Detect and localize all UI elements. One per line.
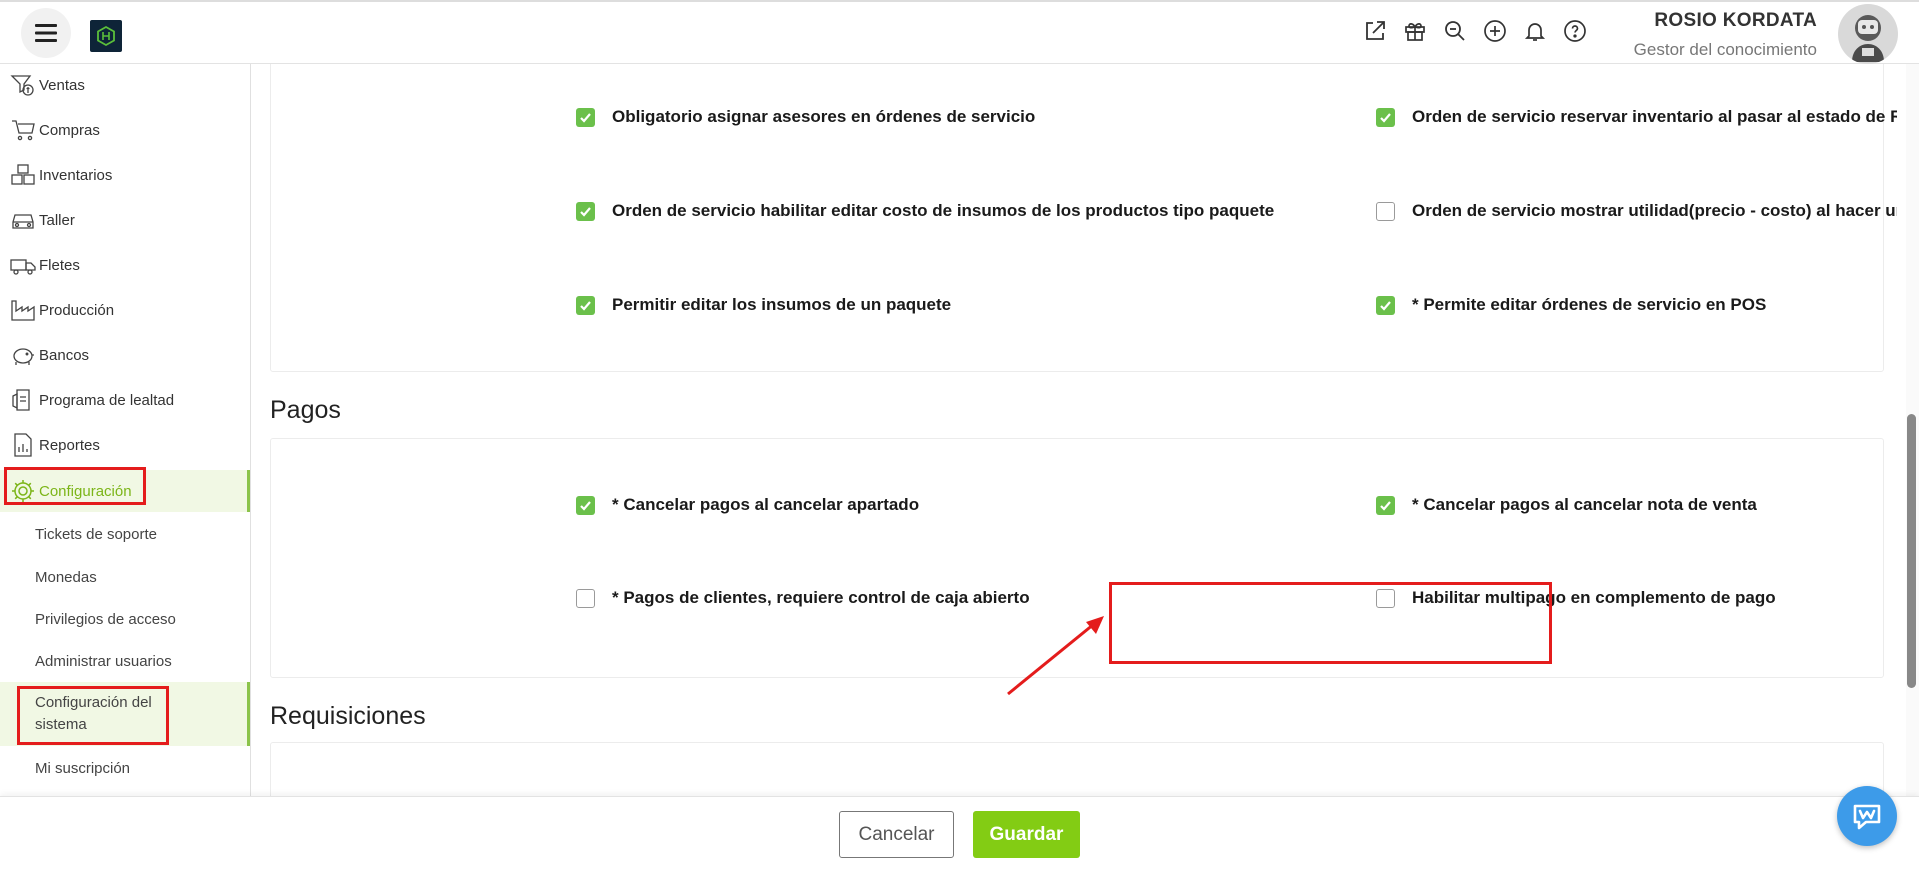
sidebar-item-reportes[interactable]: Reportes: [0, 425, 250, 465]
truck-icon: [9, 251, 37, 279]
option-obligatorio-asignar-asesores[interactable]: Obligatorio asignar asesores en órdenes …: [576, 107, 1035, 127]
option-mostrar-utilidad[interactable]: Orden de servicio mostrar utilidad(preci…: [1376, 201, 1897, 221]
sidebar-subitem-mi-suscripcion[interactable]: Mi suscripción: [0, 747, 250, 789]
sidebar: Ventas Compras Inventarios Taller Fletes…: [0, 64, 251, 796]
main-content: Obligatorio asignar asesores en órdenes …: [252, 64, 1897, 796]
app-logo[interactable]: [90, 20, 122, 52]
sidebar-item-label: Compras: [39, 121, 100, 139]
sidebar-subitem-label: Administrar usuarios: [35, 652, 172, 670]
section-title-pagos: Pagos: [270, 396, 341, 424]
sidebar-subitem-label: Tickets de soporte: [35, 525, 157, 543]
sidebar-subitem-configuracion-del-sistema[interactable]: Configuración del sistema: [0, 682, 250, 746]
option-habilitar-multipago[interactable]: Habilitar multipago en complemento de pa…: [1376, 588, 1776, 608]
checkbox-checked[interactable]: [576, 495, 595, 515]
sidebar-item-taller[interactable]: Taller: [0, 200, 250, 240]
sidebar-item-bancos[interactable]: Bancos: [0, 335, 250, 375]
loyalty-icon: [9, 386, 37, 414]
annotation-arrow-icon: [1007, 616, 1104, 696]
sidebar-item-label: Taller: [39, 211, 75, 229]
checkbox-checked[interactable]: [1376, 495, 1395, 515]
gift-icon[interactable]: [1402, 18, 1428, 44]
save-button[interactable]: Guardar: [973, 811, 1080, 858]
sidebar-item-label: Inventarios: [39, 166, 113, 184]
sidebar-item-produccion[interactable]: Producción: [0, 290, 250, 330]
sidebar-subitem-label: Privilegios de acceso: [35, 610, 176, 628]
option-label: Orden de servicio mostrar utilidad(preci…: [1412, 201, 1897, 220]
checkbox-checked[interactable]: [576, 295, 595, 315]
sidebar-item-label: Producción: [39, 301, 115, 319]
option-editar-insumos-paquete[interactable]: Permitir editar los insumos de un paquet…: [576, 295, 951, 315]
user-role: Gestor del conocimiento: [1633, 40, 1817, 59]
option-label: Habilitar multipago en complemento de pa…: [1412, 588, 1776, 607]
sidebar-item-inventarios[interactable]: Inventarios: [0, 155, 250, 195]
section-title-requisiciones: Requisiciones: [270, 702, 426, 730]
option-label: Orden de servicio habilitar editar costo…: [612, 201, 1275, 220]
factory-icon: [9, 296, 37, 324]
service-options-card: Obligatorio asignar asesores en órdenes …: [270, 64, 1897, 372]
chat-bubble-icon: [1853, 804, 1881, 830]
cart-icon: [9, 116, 37, 144]
car-icon: [9, 206, 37, 234]
bell-icon[interactable]: [1522, 18, 1548, 44]
sidebar-item-label: Reportes: [39, 436, 100, 454]
avatar[interactable]: [1838, 4, 1898, 64]
sidebar-subitem-label: Mi suscripción: [35, 759, 131, 777]
footer-action-bar: Cancelar Guardar: [0, 796, 1919, 870]
sidebar-subitem-administrar-usuarios[interactable]: Administrar usuarios: [0, 640, 250, 682]
piggy-bank-icon: [9, 341, 37, 369]
search-zoom-icon[interactable]: [1442, 18, 1468, 44]
requisitions-options-card: [270, 742, 1884, 796]
sidebar-item-fletes[interactable]: Fletes: [0, 245, 250, 285]
sidebar-subitem-tickets-de-soporte[interactable]: Tickets de soporte: [0, 513, 250, 555]
checkbox-unchecked[interactable]: [1376, 588, 1395, 608]
external-link-icon[interactable]: [1362, 18, 1388, 44]
help-icon[interactable]: [1562, 18, 1588, 44]
checkbox-checked[interactable]: [1376, 295, 1395, 315]
user-name: ROSIO KORDATA: [1654, 10, 1817, 31]
checkbox-unchecked[interactable]: [576, 588, 595, 608]
cancel-button[interactable]: Cancelar: [839, 811, 954, 858]
sidebar-subitem-monedas[interactable]: Monedas: [0, 556, 250, 598]
checkbox-checked[interactable]: [1376, 107, 1395, 127]
option-cancelar-pagos-apartado[interactable]: * Cancelar pagos al cancelar apartado: [576, 495, 919, 515]
option-editar-ordenes-pos[interactable]: * Permite editar órdenes de servicio en …: [1376, 295, 1766, 315]
option-label: * Cancelar pagos al cancelar nota de ven…: [1412, 495, 1757, 514]
hamburger-icon: [35, 24, 57, 42]
sidebar-item-programa-de-lealtad[interactable]: Programa de lealtad: [0, 380, 250, 420]
sidebar-item-label: Bancos: [39, 346, 90, 364]
option-label: * Cancelar pagos al cancelar apartado: [612, 495, 920, 514]
option-label: Permitir editar los insumos de un paquet…: [612, 295, 952, 314]
sales-icon: [9, 71, 37, 99]
option-label: * Permite editar órdenes de servicio en …: [1412, 295, 1767, 314]
sidebar-item-label: Configuración: [39, 482, 132, 500]
gear-icon: [9, 477, 37, 505]
top-header: ROSIO KORDATA Gestor del conocimiento: [0, 0, 1919, 64]
sidebar-subitem-label: Configuración del sistema: [35, 694, 152, 733]
report-icon: [9, 431, 37, 459]
chat-support-button[interactable]: [1837, 786, 1897, 846]
sidebar-subitem-privilegios-de-acceso[interactable]: Privilegios de acceso: [0, 598, 250, 640]
hamburger-menu-button[interactable]: [21, 8, 71, 58]
checkbox-checked[interactable]: [576, 201, 595, 221]
checkbox-checked[interactable]: [576, 107, 595, 127]
sidebar-item-label: Ventas: [39, 76, 85, 94]
boxes-icon: [9, 161, 37, 189]
option-cancelar-pagos-nota-venta[interactable]: * Cancelar pagos al cancelar nota de ven…: [1376, 495, 1757, 515]
sidebar-item-configuracion[interactable]: Configuración: [0, 470, 250, 512]
option-editar-costo-insumos-paquete[interactable]: Orden de servicio habilitar editar costo…: [576, 201, 1274, 221]
sidebar-item-label: Fletes: [39, 256, 80, 274]
sidebar-item-label: Programa de lealtad: [39, 391, 175, 409]
option-reservar-inventario-reparacion[interactable]: Orden de servicio reservar inventario al…: [1376, 107, 1897, 127]
sidebar-item-compras[interactable]: Compras: [0, 110, 250, 150]
scrollbar-thumb[interactable]: [1907, 414, 1916, 688]
plus-circle-icon[interactable]: [1482, 18, 1508, 44]
option-label: Orden de servicio reservar inventario al…: [1412, 107, 1897, 126]
sidebar-item-ventas[interactable]: Ventas: [0, 65, 250, 105]
sidebar-subitem-label: Monedas: [35, 568, 97, 586]
checkbox-unchecked[interactable]: [1376, 201, 1395, 221]
option-label: * Pagos de clientes, requiere control de…: [612, 588, 1030, 607]
option-label: Obligatorio asignar asesores en órdenes …: [612, 107, 1036, 126]
option-pagos-control-caja[interactable]: * Pagos de clientes, requiere control de…: [576, 588, 1030, 608]
